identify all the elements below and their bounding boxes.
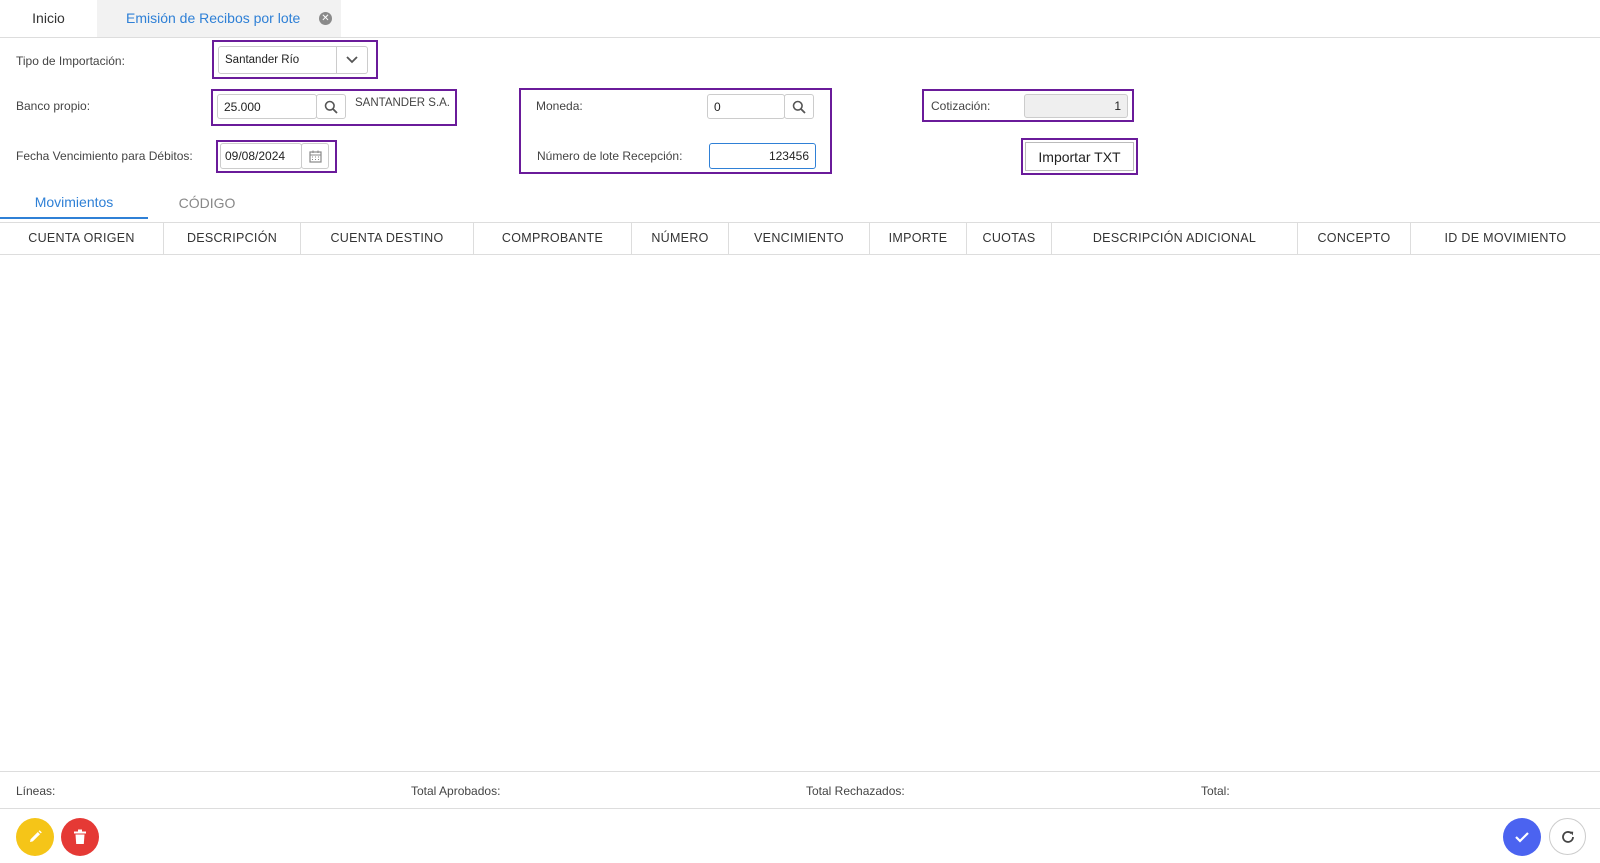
numero-lote-value: 123456 [768, 149, 809, 163]
banco-propio-value: 25.000 [224, 99, 261, 114]
pencil-icon [30, 830, 42, 842]
cotizacion-label: Cotización: [931, 99, 991, 113]
search-icon [324, 100, 338, 114]
table-body [0, 255, 1600, 771]
lineas-label: Líneas: [16, 784, 56, 798]
confirm-button[interactable] [1503, 818, 1541, 856]
totals-bar: Líneas: Total Aprobados: Total Rechazado… [0, 771, 1600, 809]
tab-movimientos[interactable]: Movimientos [0, 187, 148, 219]
total-label: Total: [1201, 784, 1230, 798]
column-importe[interactable]: IMPORTE [870, 223, 967, 254]
banco-propio-name: SANTANDER S.A. [355, 97, 450, 109]
calendar-icon [308, 150, 322, 163]
refresh-icon [1561, 830, 1574, 843]
tab-codigo[interactable]: CÓDIGO [148, 188, 266, 218]
fecha-vencimiento-input[interactable]: 09/08/2024 [220, 143, 302, 169]
column-vencimiento[interactable]: VENCIMIENTO [729, 223, 870, 254]
tipo-importacion-value: Santander Río [225, 54, 300, 66]
cotizacion-input: 1 [1024, 94, 1128, 118]
column-descripcion[interactable]: DESCRIPCIÓN [164, 223, 301, 254]
search-icon [792, 100, 806, 114]
refresh-button[interactable] [1549, 818, 1586, 855]
tab-inicio[interactable]: Inicio [0, 0, 97, 37]
tipo-importacion-label: Tipo de Importación: [16, 54, 125, 68]
tab-emision-recibos-label: Emisión de Recibos por lote [126, 10, 301, 26]
total-aprobados-label: Total Aprobados: [411, 784, 501, 798]
importar-txt-button[interactable]: Importar TXT [1025, 142, 1134, 171]
edit-button[interactable] [16, 818, 54, 856]
check-icon [1515, 832, 1529, 843]
banco-search-button[interactable] [316, 94, 346, 119]
trash-icon [74, 829, 86, 844]
calendar-button[interactable] [301, 143, 329, 169]
banco-propio-label: Banco propio: [16, 99, 91, 113]
column-numero[interactable]: NÚMERO [632, 223, 729, 254]
column-cuenta-origen[interactable]: CUENTA ORIGEN [0, 223, 164, 254]
cotizacion-value: 1 [1114, 99, 1121, 113]
column-concepto[interactable]: CONCEPTO [1298, 223, 1411, 254]
delete-button[interactable] [61, 818, 99, 856]
numero-lote-input[interactable]: 123456 [709, 143, 816, 169]
close-icon[interactable]: ✕ [319, 12, 332, 25]
moneda-search-button[interactable] [784, 94, 814, 119]
moneda-input[interactable]: 0 [707, 94, 785, 119]
column-cuotas[interactable]: CUOTAS [967, 223, 1052, 254]
column-id-movimiento[interactable]: ID DE MOVIMIENTO [1411, 223, 1600, 254]
chevron-down-icon[interactable] [336, 47, 367, 73]
top-tab-bar: Inicio Emisión de Recibos por lote ✕ [0, 0, 1600, 38]
total-rechazados-label: Total Rechazados: [806, 784, 905, 798]
column-comprobante[interactable]: COMPROBANTE [474, 223, 632, 254]
table-header: CUENTA ORIGEN DESCRIPCIÓN CUENTA DESTINO… [0, 222, 1600, 255]
numero-lote-label: Número de lote Recepción: [537, 149, 683, 163]
fecha-vencimiento-value: 09/08/2024 [225, 149, 286, 163]
column-descripcion-adicional[interactable]: DESCRIPCIÓN ADICIONAL [1052, 223, 1298, 254]
moneda-value: 0 [714, 99, 721, 114]
tab-emision-recibos[interactable]: Emisión de Recibos por lote ✕ [97, 0, 341, 37]
banco-propio-input[interactable]: 25.000 [217, 94, 317, 119]
fecha-vencimiento-label: Fecha Vencimiento para Débitos: [16, 149, 193, 163]
column-cuenta-destino[interactable]: CUENTA DESTINO [301, 223, 474, 254]
moneda-label: Moneda: [536, 99, 583, 113]
tipo-importacion-select[interactable]: Santander Río [218, 46, 368, 74]
